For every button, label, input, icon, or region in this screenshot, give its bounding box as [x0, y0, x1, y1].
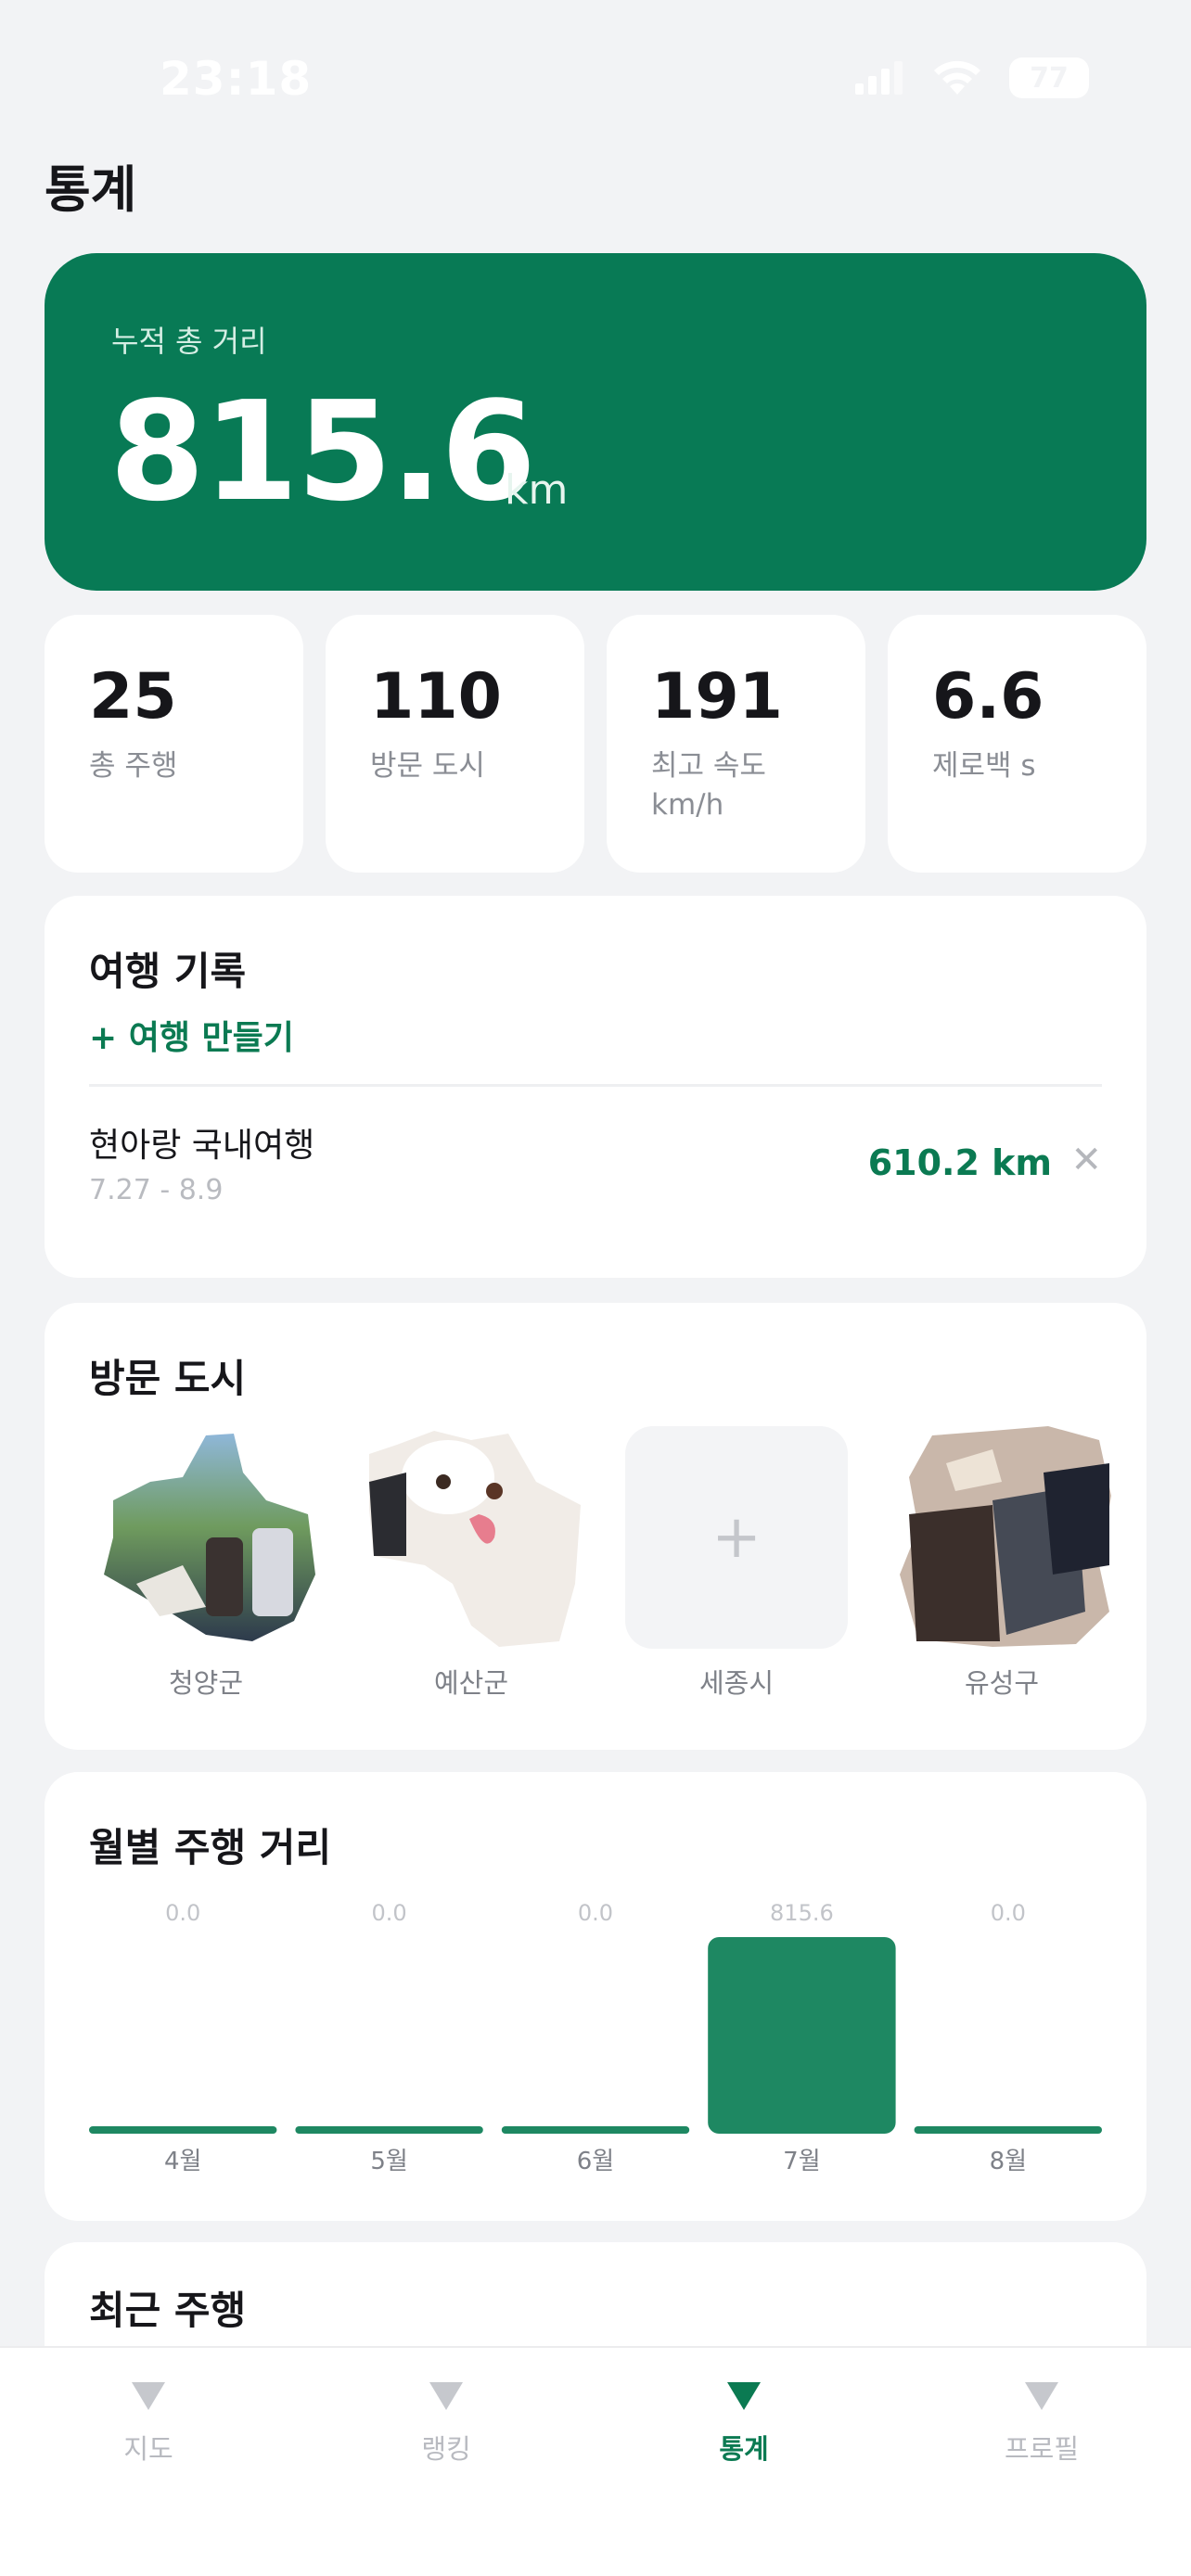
- divider: [89, 1084, 1102, 1087]
- city-photo: [890, 1426, 1113, 1649]
- city-name: 세종시: [698, 1667, 775, 1699]
- bar-value-label: 0.0: [991, 1900, 1026, 1926]
- city-name: 유성구: [964, 1667, 1040, 1699]
- bar-7월: [708, 1937, 896, 2134]
- trip-dates: 7.27 - 8.9: [89, 1174, 224, 1206]
- status-bar: 23:18 77: [0, 0, 1191, 139]
- month-tick-label: 8월: [990, 2148, 1027, 2175]
- stat-card-zero-to-hundred: 6.6 제로백 s: [888, 615, 1146, 873]
- trip-records-card: 여행 기록 + 여행 만들기 현아랑 국내여행 7.27 - 8.9 610.2…: [45, 896, 1146, 1278]
- recent-drives-title: 최근 주행: [89, 2288, 247, 2333]
- monthly-distance-chart: 0.0 4월 0.0 5월 0.0 6월 815.6 7월 0.0 8월: [89, 1900, 1102, 2175]
- bar-value-label: 0.0: [165, 1900, 200, 1926]
- stat-value: 191: [651, 660, 783, 733]
- city-photo: [360, 1426, 583, 1649]
- total-distance-value: 815.6: [109, 372, 536, 531]
- trip-records-title: 여행 기록: [89, 949, 247, 994]
- stat-label: 최고 속도 km/h: [651, 748, 766, 822]
- tab-stats[interactable]: 통계: [651, 2381, 837, 2467]
- triangle-down-icon: [1025, 2382, 1058, 2410]
- stat-value: 25: [89, 660, 177, 733]
- city-item-yesan[interactable]: 예산군: [360, 1426, 583, 1704]
- tab-map[interactable]: 지도: [56, 2381, 241, 2467]
- bar-6월: [501, 2126, 690, 2134]
- city-photo: [95, 1426, 317, 1649]
- tab-label: 통계: [719, 2433, 769, 2465]
- month-tick-label: 7월: [783, 2148, 820, 2175]
- trip-name: 현아랑 국내여행: [89, 1127, 315, 1165]
- city-item-sejong[interactable]: + 세종시: [625, 1426, 848, 1704]
- stat-card-total-drives: 25 총 주행: [45, 615, 303, 873]
- stat-label: 방문 도시: [370, 748, 485, 783]
- bar-value-label: 815.6: [770, 1900, 834, 1926]
- city-item-cheongyang[interactable]: 청양군: [95, 1426, 317, 1704]
- plus-icon: +: [711, 1503, 762, 1572]
- status-time: 23:18: [160, 52, 313, 106]
- triangle-down-icon: [727, 2382, 761, 2410]
- triangle-down-icon: [429, 2382, 463, 2410]
- trip-distance: 610.2 km: [867, 1142, 1052, 1183]
- triangle-down-icon: [132, 2382, 165, 2410]
- city-name: 예산군: [433, 1667, 509, 1699]
- tab-profile[interactable]: 프로필: [949, 2381, 1134, 2467]
- total-distance-label: 누적 총 거리: [111, 324, 267, 359]
- city-name: 청양군: [168, 1667, 244, 1699]
- monthly-distance-card: 월별 주행 거리 0.0 4월 0.0 5월 0.0 6월 815.6 7월 0.0 8월: [45, 1772, 1146, 2221]
- tab-ranking[interactable]: 랭킹: [353, 2381, 539, 2467]
- month-tick-label: 4월: [164, 2148, 201, 2175]
- battery-icon: 77: [1009, 57, 1089, 98]
- stat-label: 제로백 s: [932, 748, 1036, 783]
- stat-value: 6.6: [932, 660, 1044, 733]
- stat-value: 110: [370, 660, 502, 733]
- stat-label: 총 주행: [89, 748, 178, 783]
- total-distance-unit: km: [505, 466, 569, 514]
- status-icons: 77: [855, 57, 1089, 98]
- bar-4월: [89, 2126, 277, 2134]
- city-item-yuseong[interactable]: 유성구: [890, 1426, 1113, 1704]
- tab-label: 랭킹: [421, 2433, 471, 2465]
- close-icon[interactable]: ✕: [1070, 1139, 1102, 1181]
- tab-bar: 지도 랭킹 통계 프로필: [0, 2346, 1191, 2576]
- add-city-button[interactable]: +: [625, 1426, 848, 1649]
- bar-value-label: 0.0: [372, 1900, 407, 1926]
- month-tick-label: 5월: [370, 2148, 407, 2175]
- total-distance-card: 누적 총 거리 815.6 km: [45, 253, 1146, 591]
- bar-8월: [914, 2126, 1102, 2134]
- month-tick-label: 6월: [577, 2148, 614, 2175]
- bar-5월: [295, 2126, 483, 2134]
- wifi-icon: [934, 60, 980, 95]
- bar-value-label: 0.0: [578, 1900, 613, 1926]
- signal-icon: [855, 61, 903, 95]
- stat-card-top-speed: 191 최고 속도 km/h: [607, 615, 865, 873]
- tab-label: 프로필: [1004, 2433, 1080, 2465]
- battery-level: 77: [1030, 61, 1069, 95]
- visited-cities-title: 방문 도시: [89, 1356, 247, 1401]
- tab-label: 지도: [123, 2433, 173, 2465]
- page-title: 통계: [45, 160, 137, 219]
- create-trip-button[interactable]: + 여행 만들기: [89, 1011, 294, 1059]
- visited-cities-card: 방문 도시 청양군 예산군 + 세종시 유성구: [45, 1303, 1146, 1750]
- stat-card-visited-cities: 110 방문 도시: [326, 615, 584, 873]
